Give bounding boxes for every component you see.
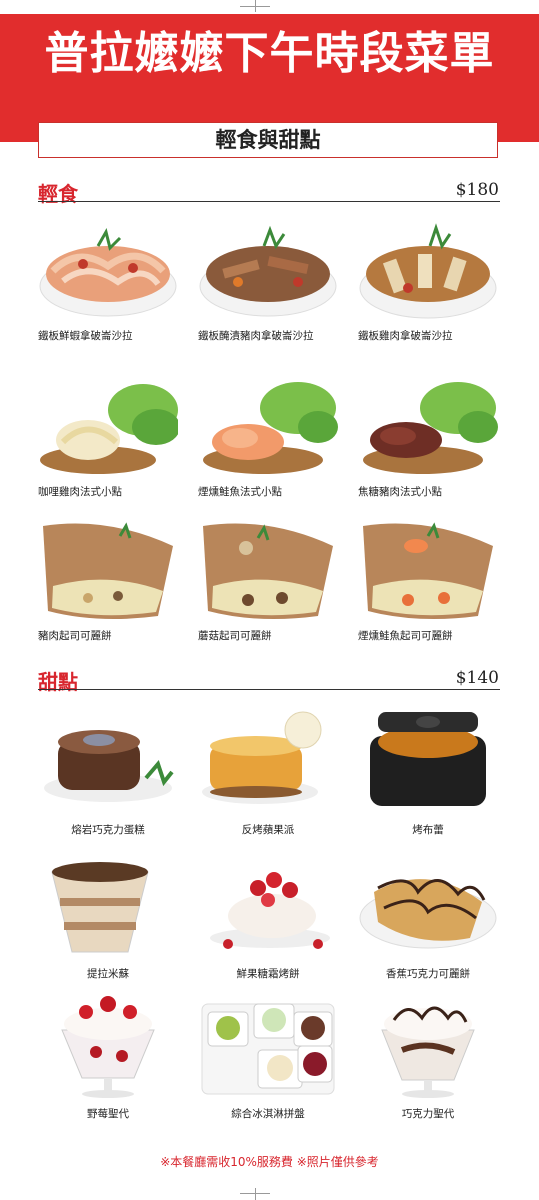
section-title-light-meals: 輕食 <box>38 182 78 206</box>
tiramisu-photo <box>51 862 149 953</box>
caramel-pork-tartine-photo <box>363 382 498 474</box>
tarte-tatin-photo <box>202 711 322 804</box>
lava-cake-photo <box>44 730 174 802</box>
item-name: 巧克力聖代 <box>401 1108 455 1120</box>
item-name: 鐵板醃漬豬肉拿破崙沙拉 <box>198 330 314 342</box>
item-name: 烤布蕾 <box>412 824 444 836</box>
pork-crepe-photo <box>43 522 173 620</box>
item-name: 焦糖豬肉法式小點 <box>358 486 442 498</box>
item-name: 咖哩雞肉法式小點 <box>38 486 122 498</box>
creme-brulee-photo <box>370 712 486 806</box>
curry-chicken-tartine-photo <box>40 384 178 474</box>
item-name: 野莓聖代 <box>87 1108 129 1120</box>
menu-title: 普拉嬤嬤下午時段菜單 <box>44 28 495 79</box>
salmon-crepe-photo <box>363 522 493 620</box>
item-name: 煙燻鮭魚起司可麗餅 <box>358 630 453 642</box>
banana-crepe-photo <box>359 879 497 949</box>
mushroom-crepe-photo <box>203 523 333 620</box>
crop-mark-bottom-tick <box>240 1193 270 1194</box>
section-divider <box>38 689 500 690</box>
meringue-photo <box>210 872 330 949</box>
section-divider <box>38 201 500 202</box>
pork-salad-photo <box>199 225 337 317</box>
item-name: 熔岩巧克力蛋糕 <box>71 824 145 836</box>
item-name: 綜合冰淇淋拼盤 <box>231 1108 305 1120</box>
salmon-tartine-photo <box>203 382 338 474</box>
shrimp-salad-photo <box>39 228 177 317</box>
item-name: 鐵板鮮蝦拿破崙沙拉 <box>38 330 133 342</box>
item-name: 鮮果糖霜烤餅 <box>236 968 300 980</box>
berry-sundae-photo <box>61 996 155 1098</box>
item-name: 煙燻鮭魚法式小點 <box>198 486 282 498</box>
ice-cream-platter-photo <box>201 1003 335 1095</box>
chocolate-sundae-photo <box>381 1006 475 1098</box>
item-name: 豬肉起司可麗餅 <box>38 630 112 642</box>
footer-note: ※本餐廳需收10%服務費 ※照片僅供參考 <box>160 1155 379 1169</box>
item-name: 香蕉巧克力可麗餅 <box>386 968 470 980</box>
section-title-desserts: 甜點 <box>38 670 78 694</box>
crop-mark-top-tick <box>240 6 270 7</box>
item-name: 提拉米蘇 <box>87 968 129 980</box>
section-price-light-meals: $180 <box>455 180 499 200</box>
item-name: 蘑菇起司可麗餅 <box>198 630 272 642</box>
section-price-desserts: $140 <box>455 668 499 688</box>
item-name: 鐵板雞肉拿破崙沙拉 <box>358 330 453 342</box>
menu-subtitle: 輕食與甜點 <box>38 122 498 158</box>
item-name: 反烤蘋果派 <box>241 824 295 836</box>
chicken-salad-photo <box>359 223 497 319</box>
crop-mark-bottom <box>255 1188 256 1200</box>
